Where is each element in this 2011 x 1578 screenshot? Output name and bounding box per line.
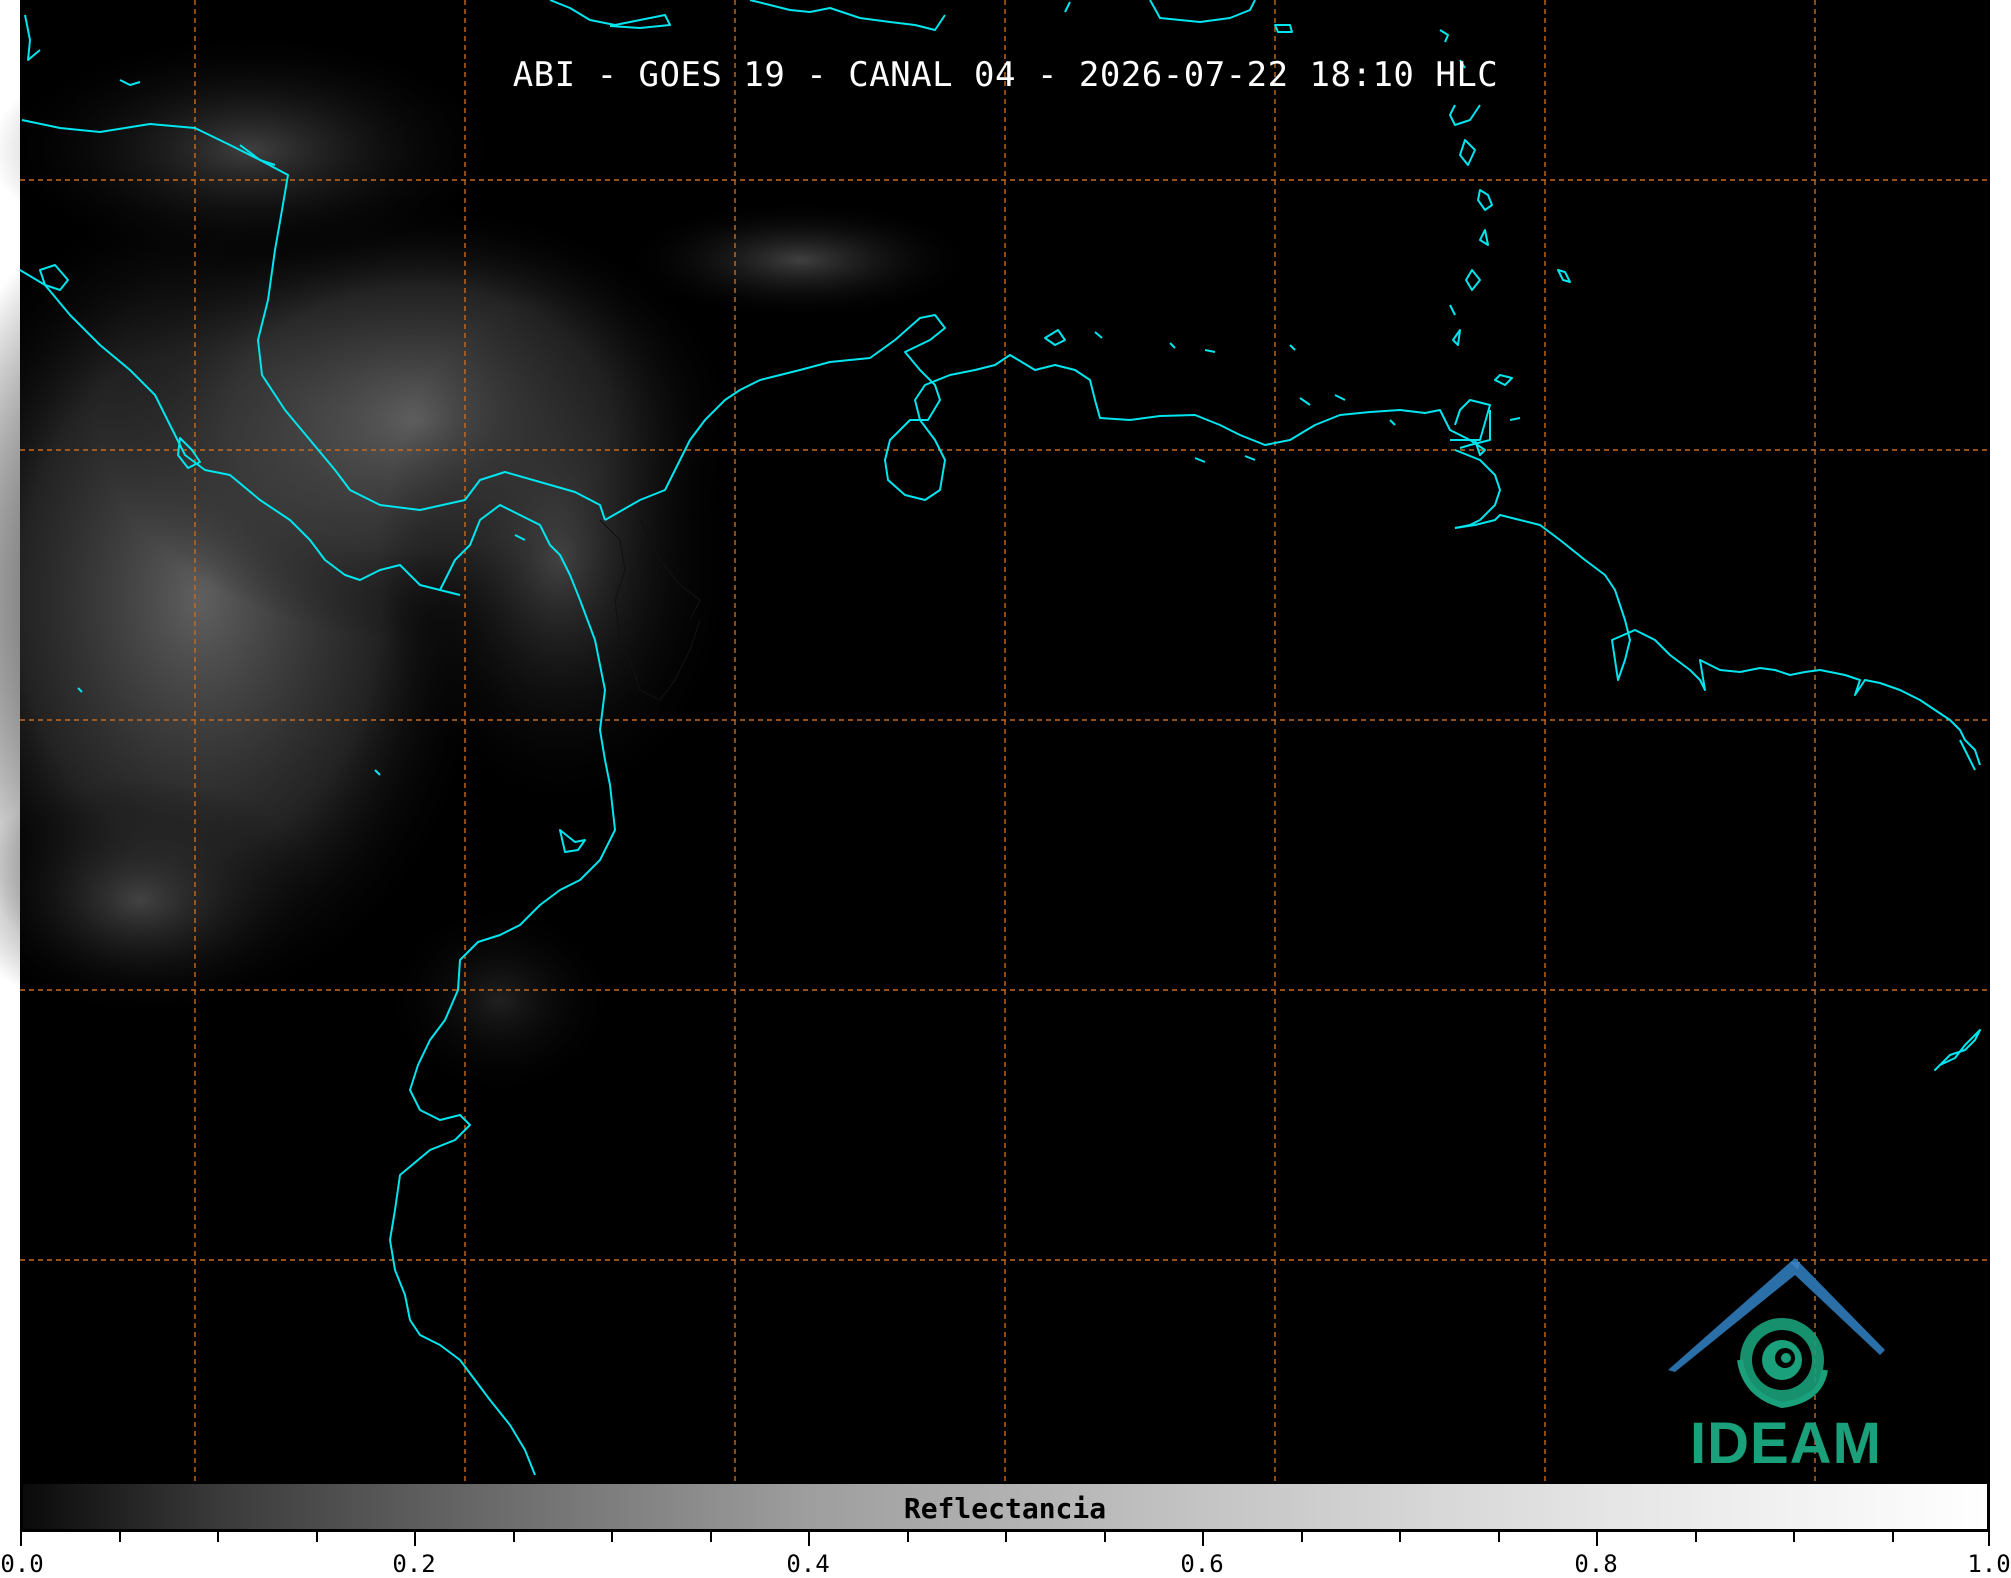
colorbar-minor-tick: [1694, 1532, 1697, 1542]
colorbar-minor-tick: [1793, 1532, 1795, 1542]
colorbar-minor-tick: [611, 1532, 613, 1542]
colorbar-label: Reflectancia: [903, 1492, 1107, 1525]
map-title: ABI - GOES 19 - CANAL 04 - 2026-07-22 18…: [512, 55, 1499, 95]
colorbar-minor-tick: [709, 1532, 712, 1542]
colorbar-minor-tick: [1300, 1532, 1303, 1542]
colorbar-ticks: [20, 1532, 1990, 1546]
colorbar-tick-label: 1.0: [1967, 1550, 2011, 1578]
colorbar-tick-label: 0.2: [392, 1550, 436, 1578]
colorbar-minor-tick: [906, 1532, 909, 1542]
colorbar: Reflectancia: [20, 1481, 1990, 1532]
satellite-map: [0, 0, 2011, 1481]
colorbar-minor-tick: [1103, 1532, 1106, 1542]
colorbar-minor-tick: [1005, 1532, 1007, 1542]
colorbar-minor-tick: [1497, 1532, 1500, 1542]
colorbar-minor-tick: [315, 1532, 318, 1542]
colorbar-major-tick: [414, 1532, 416, 1546]
colorbar-minor-tick: [1891, 1532, 1894, 1542]
colorbar-major-tick: [1202, 1532, 1204, 1546]
colorbar-major-tick: [1596, 1532, 1598, 1546]
colorbar-major-tick: [1988, 1532, 1990, 1546]
colorbar-minor-tick: [217, 1532, 219, 1542]
colorbar-minor-tick: [1399, 1532, 1401, 1542]
colorbar-major-tick: [808, 1532, 810, 1546]
colorbar-tick-label: 0.8: [1574, 1550, 1618, 1578]
colorbar-tick-label: 0.6: [1180, 1550, 1224, 1578]
colorbar-major-tick: [20, 1532, 22, 1546]
colorbar-tick-label: 0.4: [786, 1550, 830, 1578]
colorbar-tick-label: 0.0: [0, 1550, 44, 1578]
colorbar-minor-tick: [118, 1532, 121, 1542]
colorbar-minor-tick: [512, 1532, 515, 1542]
ideam-logo-text: IDEAM: [1690, 1411, 1882, 1476]
